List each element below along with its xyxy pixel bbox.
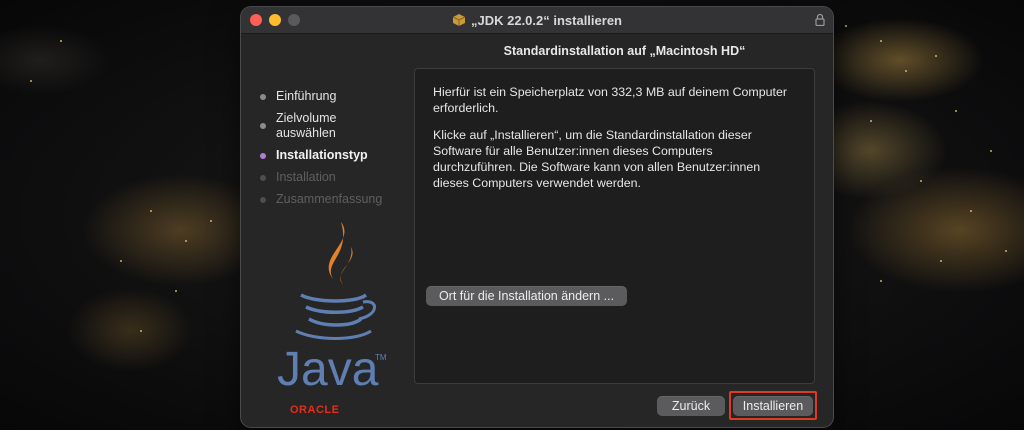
window-title-text: „JDK 22.0.2“ installieren	[470, 12, 622, 28]
install-description-text: Klicke auf „Installieren“, um die Standa…	[433, 128, 761, 190]
step-item-installation: Installation	[258, 170, 408, 185]
window-title: „JDK 22.0.2“ installieren	[241, 7, 833, 33]
step-item-zielvolume: Zielvolume auswählen	[258, 111, 408, 141]
content-panel: Hierfür ist ein Speicherplatz von 332,3 …	[414, 68, 815, 384]
step-item-installationstyp: Installationstyp	[258, 148, 408, 163]
page-title: Standardinstallation auf „Macintosh HD“	[503, 44, 746, 58]
step-item-zusammenfassung: Zusammenfassung	[258, 192, 408, 207]
java-logo: Java TM	[277, 222, 387, 395]
install-button[interactable]: Installieren	[733, 396, 813, 416]
step-label: Installationstyp	[276, 148, 368, 162]
step-list: Einführung Zielvolume auswählen Installa…	[258, 89, 408, 214]
installer-window: „JDK 22.0.2“ installieren Standardinstal…	[241, 7, 833, 427]
package-icon	[452, 14, 466, 26]
step-dot	[260, 175, 266, 181]
step-dot	[260, 94, 266, 100]
disk-space-text: Hierfür ist ein Speicherplatz von 332,3 …	[433, 85, 787, 115]
step-item-einfuehrung: Einführung	[258, 89, 408, 104]
lock-icon	[815, 13, 825, 26]
step-dot	[260, 123, 266, 129]
title-bar[interactable]: „JDK 22.0.2“ installieren	[241, 7, 833, 34]
step-label: Zielvolume auswählen	[276, 111, 337, 140]
step-dot	[260, 197, 266, 203]
svg-text:TM: TM	[375, 353, 387, 362]
step-label: Zusammenfassung	[276, 192, 383, 206]
oracle-logo: ORACLE	[290, 404, 340, 416]
step-label: Installation	[276, 170, 336, 184]
change-location-button[interactable]: Ort für die Installation ändern ...	[426, 286, 627, 306]
java-logo-text: Java	[277, 343, 379, 395]
step-label: Einführung	[276, 89, 337, 103]
step-dot-active	[260, 153, 266, 159]
back-button[interactable]: Zurück	[657, 396, 725, 416]
